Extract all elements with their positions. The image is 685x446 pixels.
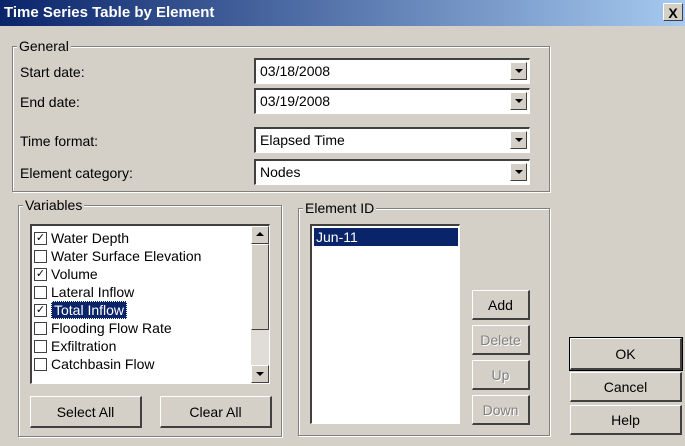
checkbox[interactable] <box>34 339 47 353</box>
time-format-dropdown-button[interactable] <box>510 131 527 149</box>
checkbox[interactable] <box>34 249 47 263</box>
element-id-list[interactable]: Jun-11 <box>310 224 460 424</box>
element-category-value: Nodes <box>260 164 301 180</box>
element-category-dropdown-button[interactable] <box>510 163 527 181</box>
chevron-down-icon <box>515 69 523 73</box>
start-date-value: 03/18/2008 <box>260 63 331 79</box>
time-format-label: Time format: <box>20 133 99 149</box>
start-date-combo[interactable]: 03/18/2008 <box>254 58 530 84</box>
time-format-value: Elapsed Time <box>260 132 345 148</box>
scroll-down-button[interactable] <box>251 365 269 383</box>
variable-item[interactable]: Water Surface Elevation <box>34 247 201 265</box>
variable-item[interactable]: ✓ Water Depth <box>34 229 129 247</box>
checkbox[interactable] <box>34 357 47 371</box>
checkbox[interactable]: ✓ <box>34 303 47 317</box>
add-button[interactable]: Add <box>472 290 530 320</box>
checkbox[interactable]: ✓ <box>34 267 47 281</box>
help-button[interactable]: Help <box>570 405 682 435</box>
variable-item[interactable]: Exfiltration <box>34 337 116 355</box>
scroll-down-icon <box>256 372 264 376</box>
scroll-thumb[interactable] <box>251 244 269 330</box>
time-format-combo[interactable]: Elapsed Time <box>254 127 530 153</box>
end-date-label: End date: <box>20 94 80 110</box>
variables-scrollbar[interactable] <box>251 226 269 383</box>
down-button[interactable]: Down <box>472 395 530 425</box>
close-button[interactable]: X <box>663 3 683 21</box>
checkbox[interactable] <box>34 285 47 299</box>
end-date-combo[interactable]: 03/19/2008 <box>254 88 530 114</box>
start-date-label: Start date: <box>20 64 85 80</box>
up-button[interactable]: Up <box>472 360 530 390</box>
element-category-label: Element category: <box>20 165 133 181</box>
variables-list[interactable]: ✓ Water Depth Water Surface Elevation ✓ Vo… <box>30 224 270 384</box>
start-date-dropdown-button[interactable] <box>510 62 527 80</box>
scroll-up-icon <box>256 232 264 236</box>
clear-all-button[interactable]: Clear All <box>160 396 272 428</box>
variable-item[interactable]: Lateral Inflow <box>34 283 134 301</box>
general-legend: General <box>17 38 71 54</box>
ok-button[interactable]: OK <box>569 337 683 371</box>
end-date-value: 03/19/2008 <box>260 93 331 109</box>
window-title: Time Series Table by Element <box>4 4 215 21</box>
checkbox[interactable] <box>34 321 47 335</box>
end-date-dropdown-button[interactable] <box>510 92 527 110</box>
element-category-combo[interactable]: Nodes <box>254 159 530 185</box>
variable-item[interactable]: Flooding Flow Rate <box>34 319 172 337</box>
chevron-down-icon <box>515 170 523 174</box>
chevron-down-icon <box>515 99 523 103</box>
checkbox[interactable]: ✓ <box>34 231 47 245</box>
select-all-button[interactable]: Select All <box>30 396 142 428</box>
title-bar: Time Series Table by Element X <box>0 0 685 26</box>
cancel-button[interactable]: Cancel <box>570 372 682 402</box>
element-id-item[interactable]: Jun-11 <box>314 228 458 246</box>
delete-button[interactable]: Delete <box>472 325 530 355</box>
chevron-down-icon <box>515 138 523 142</box>
element-id-legend: Element ID <box>303 200 377 216</box>
variable-item[interactable]: ✓ Total Inflow <box>34 301 128 319</box>
scroll-up-button[interactable] <box>251 226 269 244</box>
variable-item[interactable]: Catchbasin Flow <box>34 355 155 373</box>
variable-item[interactable]: ✓ Volume <box>34 265 98 283</box>
variables-legend: Variables <box>23 197 85 213</box>
